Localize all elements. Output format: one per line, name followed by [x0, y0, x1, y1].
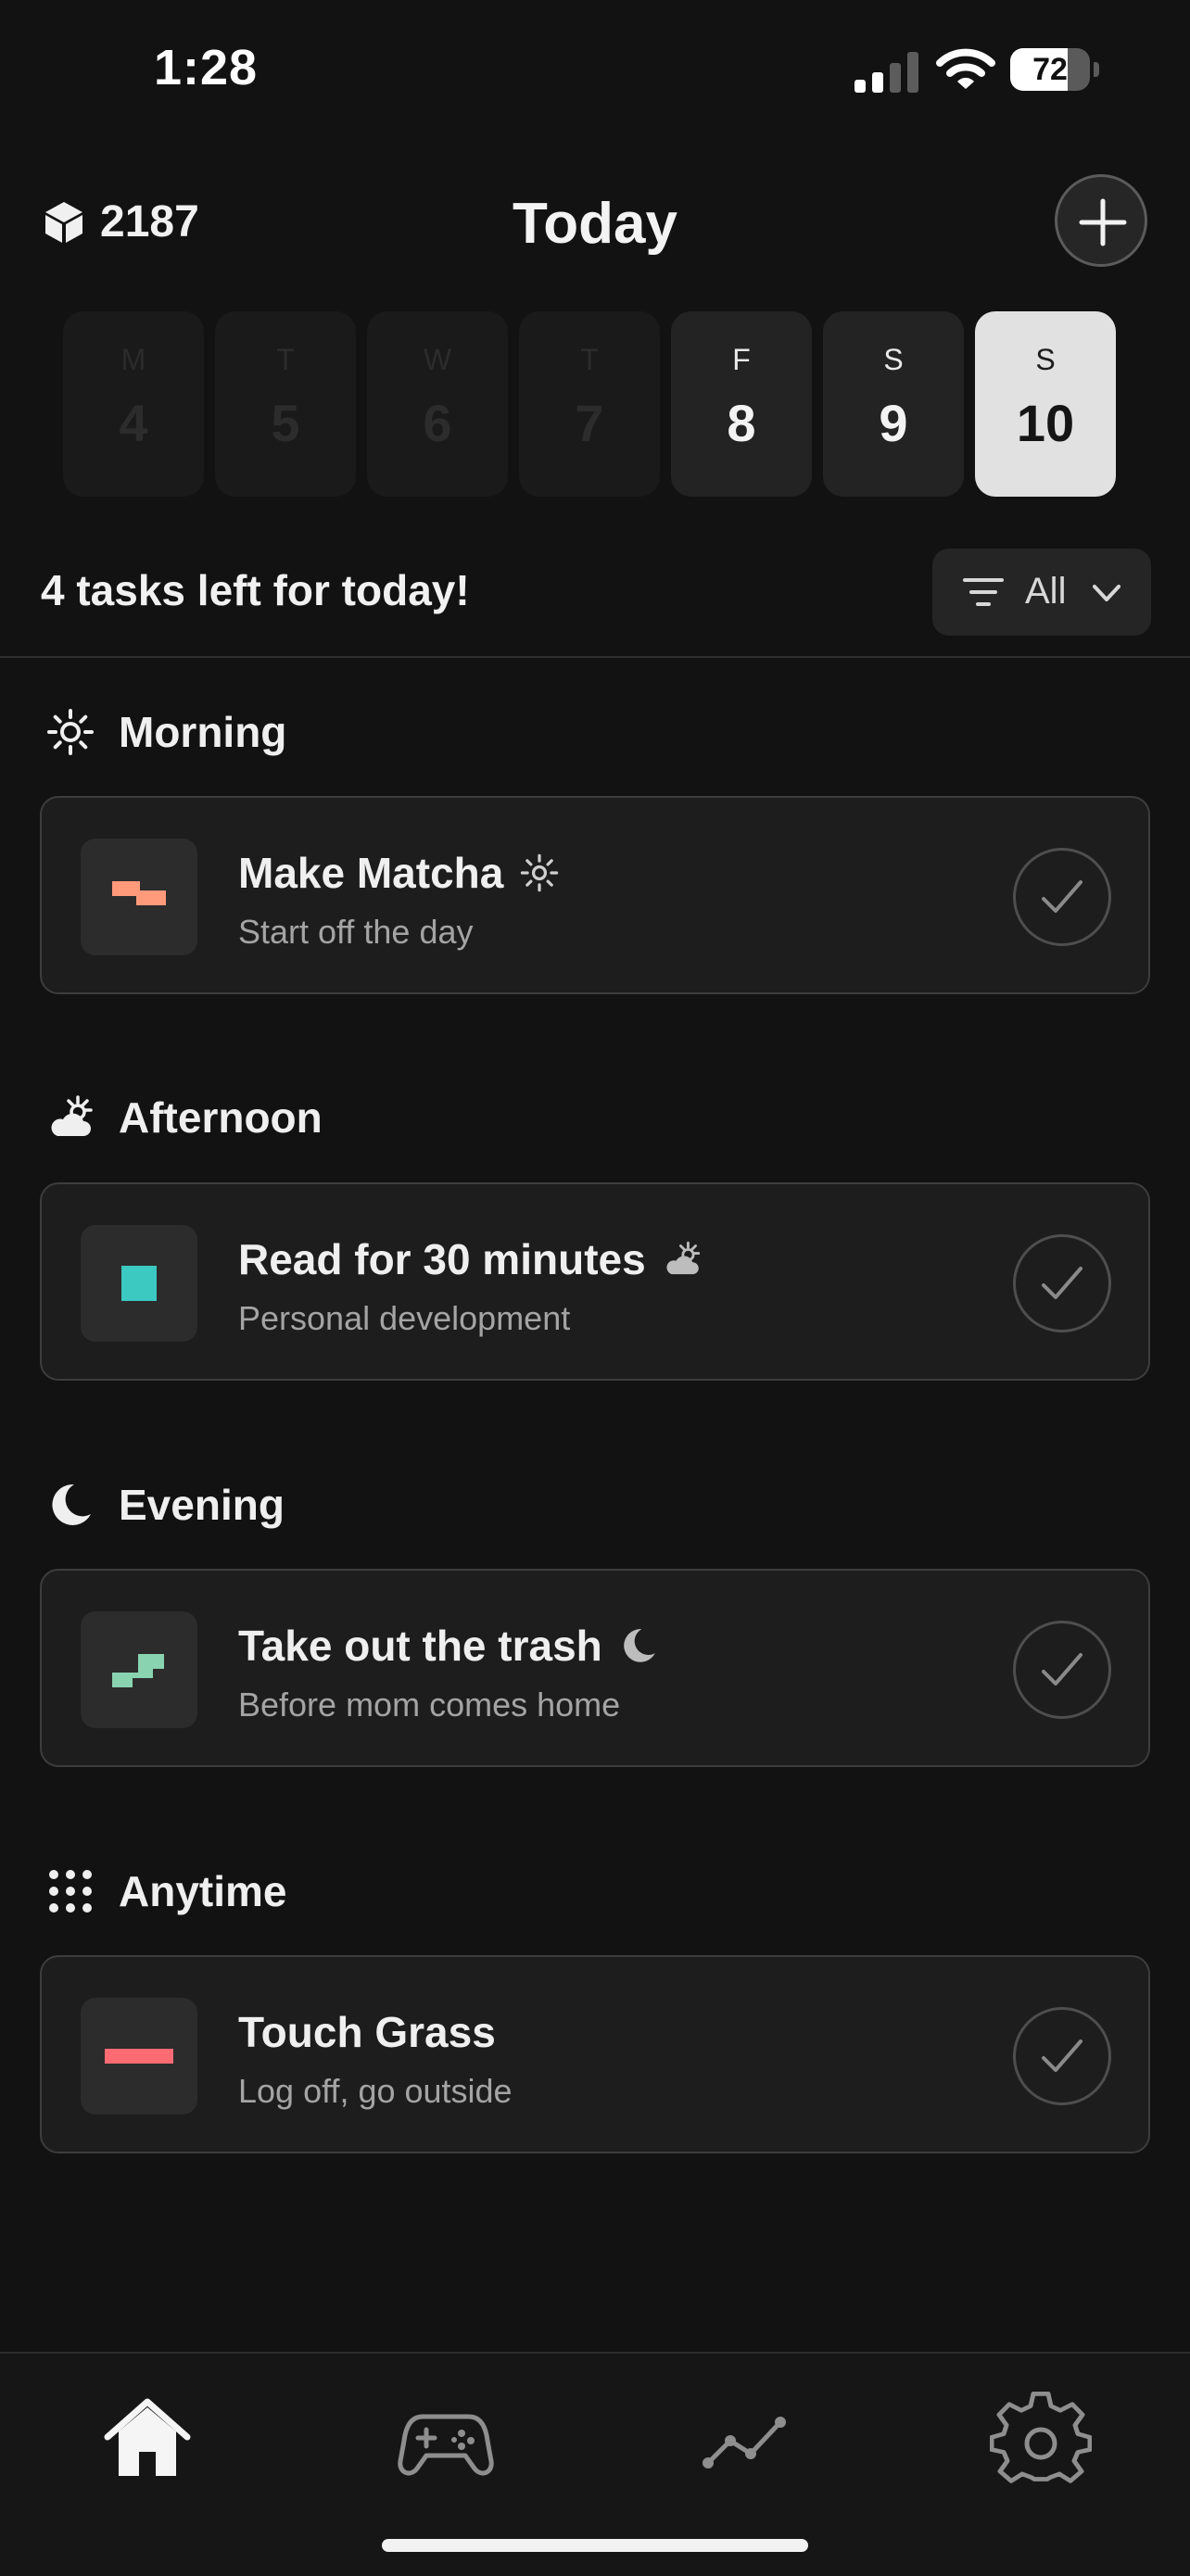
task-title: Touch Grass	[238, 2008, 496, 2056]
complete-task-button[interactable]	[1013, 1621, 1111, 1719]
status-time: 1:28	[154, 40, 259, 95]
day-monday[interactable]: M 4	[63, 311, 204, 497]
task-color-icon	[81, 839, 197, 955]
wifi-icon	[936, 46, 995, 93]
stairs-shape-icon	[112, 881, 166, 905]
checkmark-icon	[1042, 1267, 1082, 1299]
section-header-afternoon: Afternoon	[46, 1090, 323, 1145]
chevron-down-icon	[1093, 585, 1120, 601]
filter-button[interactable]: All	[932, 549, 1151, 636]
filter-icon	[963, 578, 1004, 606]
page-title: Today	[513, 192, 677, 256]
cloud-sun-icon	[666, 1241, 700, 1275]
task-subtitle: Before mom comes home	[238, 1686, 621, 1724]
header: 2187 Today	[0, 158, 1190, 287]
cellular-signal-icon	[855, 50, 919, 93]
trend-icon	[703, 2417, 786, 2469]
day-sunday-selected[interactable]: S 10	[975, 311, 1116, 497]
section-title: Evening	[119, 1481, 285, 1529]
square-shape-icon	[121, 1266, 157, 1301]
task-subtitle: Start off the day	[238, 913, 474, 951]
task-card-make-matcha[interactable]: Make Matcha Start off the day	[40, 796, 1150, 994]
home-icon	[104, 2398, 191, 2476]
tab-games[interactable]	[395, 2389, 497, 2491]
divider	[0, 656, 1190, 658]
task-title: Take out the trash	[238, 1622, 602, 1670]
day-saturday[interactable]: S 9	[823, 311, 964, 497]
day-number: 8	[727, 394, 756, 452]
task-card-touch-grass[interactable]: Touch Grass Log off, go outside	[40, 1955, 1150, 2153]
gamepad-icon	[398, 2414, 494, 2476]
week-day-selector: M 4 T 5 W 6 T 7 F 8 S 9 S 10	[63, 311, 1118, 497]
day-number: 7	[575, 394, 604, 452]
checkmark-icon	[1042, 2039, 1082, 2072]
sun-icon	[47, 709, 94, 755]
sun-icon	[521, 853, 559, 892]
task-color-icon	[81, 1225, 197, 1342]
complete-task-button[interactable]	[1013, 848, 1111, 946]
tab-settings[interactable]	[989, 2389, 1093, 2491]
battery-level: 72	[1032, 52, 1068, 87]
day-letter: T	[580, 343, 599, 376]
day-thursday[interactable]: T 7	[519, 311, 660, 497]
complete-task-button[interactable]	[1013, 2007, 1111, 2105]
bar-shape-icon	[105, 2049, 173, 2064]
section-header-anytime: Anytime	[46, 1863, 286, 1919]
day-number: 5	[271, 394, 300, 452]
section-header-evening: Evening	[46, 1477, 285, 1533]
section-title: Morning	[119, 708, 287, 756]
tab-home[interactable]	[96, 2389, 198, 2491]
day-wednesday[interactable]: W 6	[367, 311, 508, 497]
task-title: Make Matcha	[238, 849, 504, 897]
home-indicator	[382, 2539, 808, 2552]
day-number: 10	[1016, 394, 1075, 452]
day-number: 4	[119, 394, 148, 452]
add-task-button[interactable]	[1055, 174, 1147, 267]
task-card-read[interactable]: Read for 30 minutes Personal development	[40, 1182, 1150, 1381]
day-number: 6	[423, 394, 452, 452]
task-subtitle: Log off, go outside	[238, 2072, 513, 2110]
battery-icon: 72	[1010, 48, 1099, 91]
day-number: 9	[879, 394, 908, 452]
complete-task-button[interactable]	[1013, 1234, 1111, 1332]
section-title: Afternoon	[119, 1093, 323, 1142]
day-letter: M	[120, 343, 146, 376]
day-friday[interactable]: F 8	[671, 311, 812, 497]
moon-icon	[623, 1629, 655, 1662]
moon-icon	[52, 1484, 91, 1525]
day-letter: S	[1035, 343, 1056, 376]
task-title: Read for 30 minutes	[238, 1235, 646, 1283]
cloud-sun-icon	[51, 1095, 93, 1136]
filter-label: All	[1025, 571, 1067, 612]
day-letter: F	[732, 343, 751, 376]
section-title: Anytime	[119, 1867, 287, 1915]
plus-icon	[1079, 198, 1127, 246]
day-letter: W	[423, 343, 452, 376]
task-subtitle: Personal development	[238, 1299, 571, 1337]
task-card-trash[interactable]: Take out the trash Before mom comes home	[40, 1569, 1150, 1767]
status-bar: 1:28 72	[0, 0, 1190, 139]
day-letter: S	[883, 343, 904, 376]
tab-stats[interactable]	[693, 2389, 795, 2491]
task-color-icon	[81, 1611, 197, 1728]
checkmark-icon	[1042, 1653, 1082, 1686]
task-color-icon	[81, 1998, 197, 2115]
grid-dots-icon	[49, 1870, 92, 1913]
tasks-left-summary: 4 tasks left for today!	[41, 566, 470, 614]
gear-icon	[989, 2392, 1093, 2483]
day-tuesday[interactable]: T 5	[215, 311, 356, 497]
day-letter: T	[276, 343, 295, 376]
section-header-morning: Morning	[46, 704, 286, 760]
checkmark-icon	[1042, 880, 1082, 913]
steps-shape-icon	[112, 1654, 164, 1687]
